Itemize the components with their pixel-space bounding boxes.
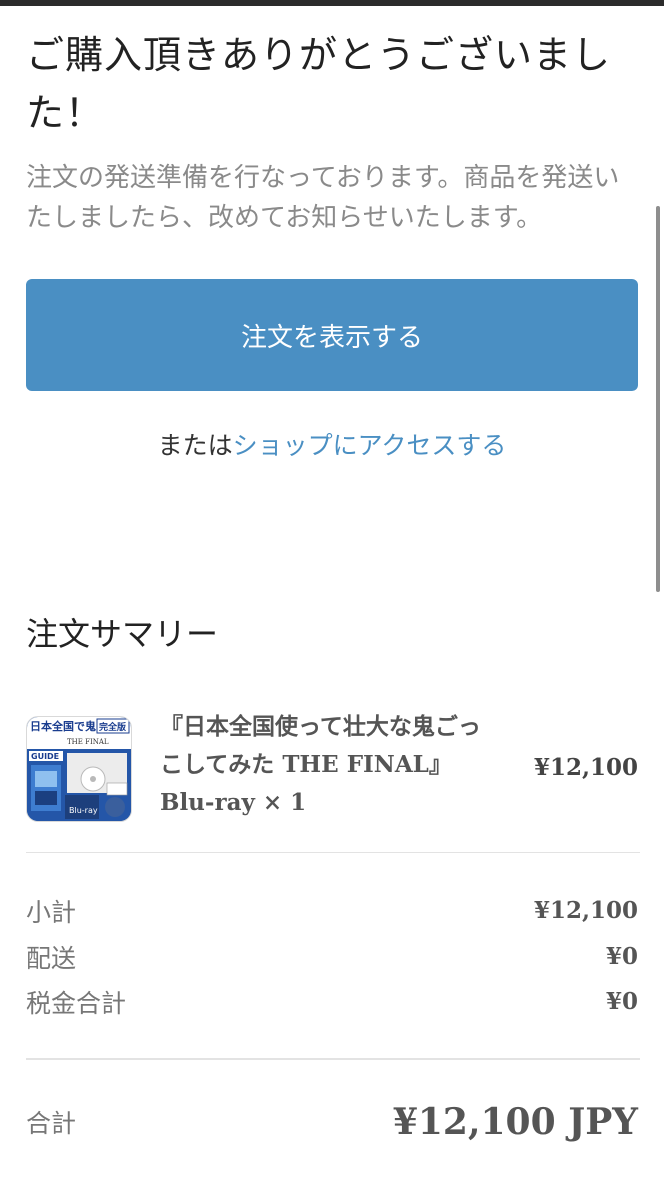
order-line-item: 日本全国で鬼ごっこ 完全版 THE FINAL GUIDE Blu-ray 『日… [26, 704, 638, 832]
shipping-value: ¥0 [605, 943, 638, 970]
thumbnail-badge-text: 完全版 [99, 721, 126, 733]
thank-you-heading: ご購入頂きありがとうございました！ [26, 33, 612, 135]
thumbnail-format-text: Blu-ray [69, 806, 98, 815]
subtotal-value: ¥12,100 [533, 897, 638, 924]
tax-label: 税金合計 [26, 989, 127, 1018]
total-value: ¥12,100 JPY [392, 1101, 638, 1143]
scrollbar[interactable] [656, 206, 660, 592]
subtotal-label: 小計 [26, 898, 77, 927]
total-label: 合計 [26, 1109, 77, 1138]
product-price: ¥12,100 [533, 754, 638, 781]
product-thumbnail: 日本全国で鬼ごっこ 完全版 THE FINAL GUIDE Blu-ray [26, 716, 132, 822]
view-order-button[interactable]: 注文を表示する [26, 279, 638, 391]
total-divider [26, 1058, 640, 1060]
shipping-message: 注文の発送準備を行なっております。商品を発送いたしましたら、改めてお知らせいたし… [26, 163, 620, 233]
shipping-label: 配送 [26, 944, 77, 973]
order-summary-heading: 注文サマリー [26, 615, 219, 653]
shop-access-link[interactable]: ショップにアクセスする [233, 431, 507, 460]
status-bar-edge [0, 0, 664, 6]
thumbnail-subtitle-text: THE FINAL [67, 738, 109, 746]
thumbnail-guide-text: GUIDE [31, 752, 59, 761]
summary-divider [26, 852, 640, 853]
product-thumbnail-art: 日本全国で鬼ごっこ 完全版 THE FINAL GUIDE Blu-ray [27, 717, 131, 821]
shop-access-prefix: または [157, 431, 233, 460]
tax-value: ¥0 [605, 988, 638, 1015]
shop-access-line: またはショップにアクセスする [26, 428, 638, 464]
product-name: 『日本全国使って壮大な鬼ごっこしてみた THE FINAL』Blu-ray × … [160, 713, 481, 816]
